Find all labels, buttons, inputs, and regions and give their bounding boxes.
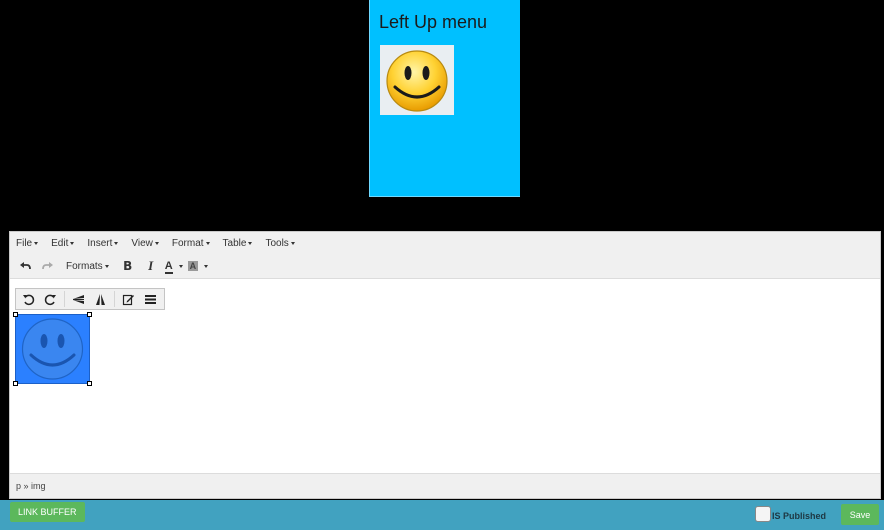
editor-toolbar: Formats B I A A	[10, 254, 880, 279]
undo-icon	[20, 262, 31, 270]
is-published-checkbox[interactable]	[755, 506, 771, 522]
menu-format[interactable]: Format	[172, 238, 210, 249]
toolbar-divider	[114, 291, 115, 307]
chevron-down-icon	[114, 241, 119, 245]
chevron-down-icon	[104, 264, 109, 268]
formats-label: Formats	[66, 260, 103, 272]
menu-table-label: Table	[222, 237, 247, 249]
rotate-left-icon	[23, 294, 35, 305]
chevron-down-icon	[70, 241, 75, 245]
resize-handle-sw[interactable]	[13, 381, 18, 386]
chevron-down-icon	[154, 241, 159, 245]
menu-table[interactable]: Table	[223, 238, 253, 249]
chevron-down-icon	[34, 241, 39, 245]
menu-view[interactable]: View	[131, 238, 159, 249]
edit-image-button[interactable]	[120, 290, 137, 308]
background-color-icon: A	[187, 261, 199, 271]
undo-button[interactable]	[16, 256, 34, 276]
menu-file[interactable]: File	[16, 237, 39, 249]
link-buffer-button[interactable]: LINK BUFFER	[10, 502, 85, 522]
redo-icon	[42, 262, 53, 270]
chevron-down-icon	[248, 241, 253, 245]
text-color-button[interactable]: A	[164, 256, 183, 276]
resize-handle-nw[interactable]	[13, 312, 18, 317]
menu-tools[interactable]: Tools	[265, 237, 295, 249]
image-context-toolbar	[15, 288, 165, 310]
flip-vertical-icon	[72, 294, 84, 304]
menu-view-label: View	[131, 237, 153, 249]
chevron-down-icon	[178, 264, 183, 268]
text-color-icon: A	[164, 260, 173, 274]
editor-content[interactable]	[10, 278, 880, 474]
smiley-icon	[21, 318, 84, 380]
rotate-right-icon	[44, 294, 57, 305]
menu-edit-label: Edit	[51, 237, 69, 249]
background-color-button[interactable]: A	[187, 256, 209, 276]
menu-format-label: Format	[171, 237, 204, 249]
resize-handle-ne[interactable]	[87, 312, 92, 317]
menu-edit[interactable]: Edit	[51, 237, 75, 249]
edit-icon	[122, 294, 134, 305]
bold-icon: B	[123, 259, 133, 273]
rich-text-editor: File Edit Insert View Format Table Tools…	[9, 231, 881, 499]
rotate-left-button[interactable]	[20, 290, 37, 308]
selected-smiley-image[interactable]	[13, 312, 92, 386]
chevron-down-icon	[290, 241, 295, 245]
redo-button[interactable]	[39, 256, 57, 276]
italic-button[interactable]: I	[142, 256, 160, 276]
smiley-image	[380, 45, 454, 115]
rotate-right-button[interactable]	[42, 290, 59, 308]
editor-statusbar: p » img	[10, 473, 880, 498]
is-published-label: IS Published	[772, 510, 827, 521]
footer-bar: LINK BUFFER IS Published Save	[0, 500, 884, 530]
flip-vertical-button[interactable]	[70, 290, 87, 308]
editor-menubar: File Edit Insert View Format Table Tools	[10, 232, 880, 255]
italic-icon: I	[148, 258, 154, 273]
chevron-down-icon	[205, 241, 210, 245]
flip-horizontal-icon	[96, 293, 105, 305]
menu-insert-label: Insert	[87, 237, 113, 249]
element-path[interactable]: p » img	[16, 481, 46, 491]
menu-insert[interactable]: Insert	[87, 237, 119, 249]
toolbar-divider	[64, 291, 65, 307]
menu-tools-label: Tools	[265, 237, 289, 249]
preview-title: Left Up menu	[379, 12, 488, 32]
bold-button[interactable]: B	[119, 256, 137, 276]
resize-handle-se[interactable]	[87, 381, 92, 386]
menu-file-label: File	[16, 237, 33, 249]
save-button[interactable]: Save	[841, 504, 879, 525]
flip-horizontal-button[interactable]	[92, 290, 109, 308]
preview-panel: Left Up menu	[369, 0, 520, 197]
align-icon	[144, 294, 156, 304]
is-published-toggle[interactable]: IS Published	[755, 506, 826, 522]
chevron-down-icon	[204, 264, 209, 268]
formats-dropdown[interactable]: Formats	[66, 256, 109, 276]
image-options-button[interactable]	[142, 290, 159, 308]
